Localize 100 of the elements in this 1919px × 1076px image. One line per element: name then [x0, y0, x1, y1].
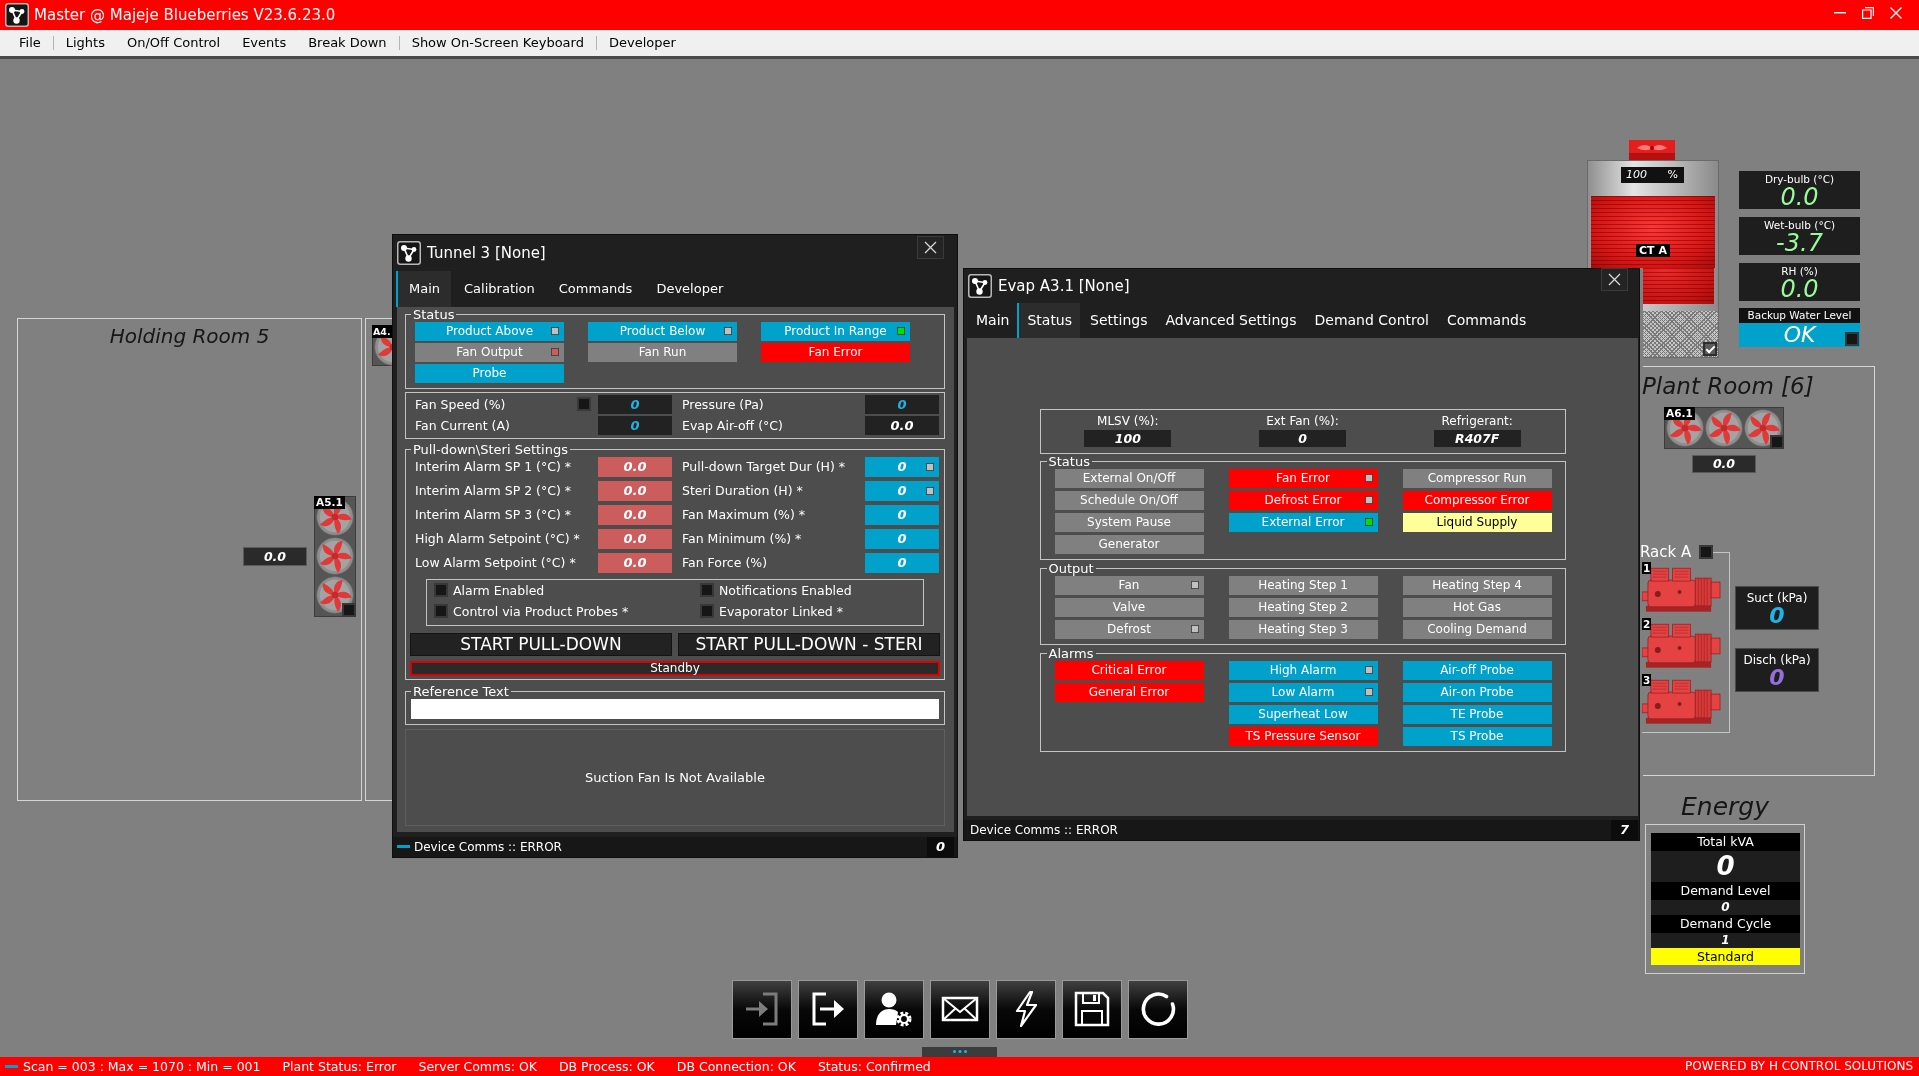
- checkbox[interactable]: [1703, 341, 1717, 356]
- menu-item[interactable]: Break Down: [297, 30, 398, 55]
- reading-label: Fan Current (A): [415, 417, 511, 433]
- action-button[interactable]: START PULL-DOWN - STERI: [678, 632, 940, 656]
- drawer-handle[interactable]: [922, 1046, 997, 1057]
- menu-item[interactable]: Events: [231, 30, 298, 55]
- checkbox[interactable]: [1699, 545, 1714, 560]
- panel-label: Backup Water Level: [1747, 307, 1852, 323]
- rack-label: Rack A: [1640, 544, 1692, 560]
- status-label: Valve: [1112, 600, 1146, 615]
- status-label: TS Probe: [1450, 729, 1504, 744]
- sensor-value: 0.0: [1780, 277, 1819, 300]
- sensor-label: Dry-bulb (°C): [1764, 172, 1835, 186]
- value-display: 0.0: [243, 546, 307, 566]
- save-button[interactable]: [1061, 979, 1122, 1039]
- action-button[interactable]: START PULL-DOWN: [410, 632, 672, 656]
- unit-label: A6.1: [1664, 406, 1695, 420]
- setpoint-field[interactable]: 0.0: [598, 504, 672, 525]
- tab[interactable]: Advanced Settings: [1155, 302, 1305, 338]
- status-label: External On/Off: [1082, 471, 1176, 486]
- window-title: Evap A3.1 [None]: [998, 276, 1131, 295]
- status-label: Superheat Low: [1258, 707, 1348, 722]
- tab[interactable]: Main: [396, 270, 452, 307]
- sensor-value: -3.7: [1776, 231, 1823, 254]
- status-text: Plant Status: Error: [282, 1058, 397, 1074]
- setting-label: Interim Alarm SP 1 (°C) *: [415, 459, 573, 475]
- sign-out-button[interactable]: [797, 979, 858, 1039]
- reading-value: 0: [630, 417, 640, 433]
- close-button[interactable]: [917, 235, 944, 259]
- tab[interactable]: Status: [1017, 302, 1081, 338]
- checkbox[interactable]: [434, 583, 448, 598]
- option-label: Notifications Enabled: [719, 582, 852, 598]
- checkbox[interactable]: [1845, 331, 1859, 346]
- checkbox[interactable]: [342, 602, 356, 617]
- reading-value: 0: [897, 396, 907, 412]
- status-text: Device Comms :: ERROR: [970, 822, 1119, 837]
- credit-text: POWERED BY H CONTROL SOLUTIONS: [1685, 1059, 1913, 1074]
- energy-label: Total kVA: [1651, 832, 1800, 851]
- setpoint-field[interactable]: 0.0: [598, 552, 672, 573]
- tab[interactable]: Commands: [1436, 302, 1535, 338]
- setting-label: Fan Maximum (%) *: [682, 507, 807, 523]
- tab[interactable]: Main: [966, 302, 1018, 338]
- status-text: DB Process: OK: [558, 1058, 655, 1074]
- status-text: Device Comms :: ERROR: [414, 839, 563, 854]
- setting-label: Steri Duration (H) *: [682, 483, 804, 499]
- setting-label: Low Alarm Setpoint (°C) *: [415, 555, 577, 571]
- unit-label: 1: [1642, 561, 1652, 574]
- option-label: Control via Product Probes *: [453, 603, 629, 619]
- fan-icon: [1629, 139, 1675, 160]
- tab[interactable]: Calibration: [451, 270, 546, 307]
- reference-field[interactable]: [411, 698, 939, 719]
- unit-label: A4.: [372, 324, 392, 338]
- setpoint-field[interactable]: 0.0: [598, 456, 672, 477]
- tab[interactable]: Commands: [545, 270, 644, 307]
- fan-icon: [316, 575, 354, 614]
- nodes-icon: [968, 273, 992, 298]
- option-label: Alarm Enabled: [453, 582, 545, 598]
- checkbox[interactable]: [700, 604, 714, 619]
- close-icon: [1608, 272, 1621, 286]
- tab[interactable]: Settings: [1080, 302, 1156, 338]
- tab[interactable]: Developer: [643, 270, 735, 307]
- setting-label: Pull-down Target Dur (H) *: [682, 459, 847, 475]
- group-legend: Reference Text: [411, 684, 511, 699]
- summary-label: Refrigerant:: [1441, 413, 1513, 428]
- status-label: Product Below: [619, 324, 706, 339]
- reading-label: Pressure (Pa): [682, 396, 765, 412]
- fan-icon: [1705, 408, 1743, 447]
- status-label: Hot Gas: [1453, 600, 1501, 615]
- menu-item[interactable]: Show On-Screen Keyboard: [400, 30, 595, 55]
- setpoint-field[interactable]: 0.0: [598, 528, 672, 549]
- status-label: Fan: [1118, 578, 1140, 593]
- status-label: Critical Error: [1091, 663, 1167, 678]
- tower-label: CT A: [1636, 243, 1670, 257]
- setpoint-field[interactable]: 0.0: [598, 480, 672, 501]
- nodes-icon: [397, 240, 421, 265]
- mail-button[interactable]: [929, 979, 990, 1039]
- checkbox[interactable]: [577, 397, 591, 412]
- group-legend: Status: [411, 307, 457, 322]
- reading-label: Fan Speed (%): [415, 396, 507, 412]
- checkbox[interactable]: [434, 604, 448, 619]
- close-button[interactable]: [1601, 267, 1628, 291]
- value-display: 0: [1259, 429, 1346, 447]
- refresh-button[interactable]: [1127, 979, 1188, 1039]
- setting-label: Fan Minimum (%) *: [682, 531, 803, 547]
- status-label: Defrost: [1107, 622, 1151, 637]
- tab[interactable]: Demand Control: [1304, 302, 1437, 338]
- unit-label: 3: [1642, 673, 1652, 686]
- status-label: Generator: [1098, 537, 1160, 552]
- value-display: 100: [1084, 429, 1172, 447]
- status-label: Probe: [472, 366, 507, 381]
- menu-item[interactable]: Lights: [54, 30, 116, 55]
- status-label: Heating Step 1: [1258, 578, 1348, 593]
- user-settings-button[interactable]: [863, 979, 924, 1039]
- group-legend: Alarms: [1046, 646, 1096, 661]
- menu-item[interactable]: On/Off Control: [116, 30, 232, 55]
- menu-item[interactable]: Developer: [597, 30, 687, 55]
- checkbox[interactable]: [700, 583, 714, 598]
- energy-value: 0: [1651, 850, 1800, 882]
- power-button[interactable]: [995, 979, 1056, 1039]
- menu-item[interactable]: File: [8, 30, 52, 55]
